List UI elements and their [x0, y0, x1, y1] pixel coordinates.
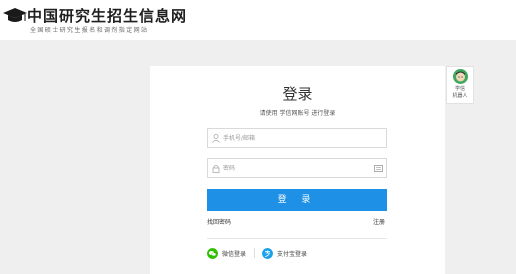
divider — [207, 238, 387, 239]
wechat-login-label: 微信登录 — [222, 250, 247, 258]
robot-label: 学信 机器人 — [447, 86, 473, 100]
login-hint: 请使用 学信网账号 进行登录 — [259, 110, 336, 117]
user-icon — [212, 134, 220, 143]
login-button[interactable]: 登 录 — [207, 189, 387, 211]
password-input[interactable] — [223, 162, 363, 174]
login-card: 登录 请使用 学信网账号 进行登录 登 录 找回密码 注册 微信登录 — [150, 66, 445, 274]
phone-input[interactable] — [223, 132, 363, 144]
alipay-icon — [262, 247, 273, 259]
phone-field[interactable] — [207, 128, 387, 148]
site-subtitle: 全国硕士研究生报名和调剂指定网站 — [30, 27, 149, 34]
login-methods-separator — [254, 248, 255, 258]
robot-avatar-icon — [453, 69, 468, 84]
alipay-login[interactable]: 支付宝登录 — [262, 246, 307, 260]
alipay-login-label: 支付宝登录 — [277, 250, 308, 258]
site-title[interactable]: 中国研究生招生信息网 — [27, 5, 187, 26]
register-link[interactable]: 注册 — [373, 217, 385, 226]
site-header: 中国研究生招生信息网 全国硕士研究生报名和调剂指定网站 — [0, 0, 516, 40]
graduation-cap-icon[interactable] — [2, 6, 28, 26]
robot-label-line1: 学信 — [454, 86, 465, 92]
robot-label-line2: 机器人 — [452, 93, 468, 99]
robot-assistant[interactable]: 学信 机器人 — [446, 66, 474, 104]
login-title: 登录 — [282, 85, 313, 103]
forgot-password-link[interactable]: 找回密码 — [207, 217, 231, 226]
wechat-icon — [207, 247, 218, 259]
password-field[interactable] — [207, 158, 387, 178]
keyboard-icon[interactable] — [374, 165, 383, 172]
lock-icon — [212, 164, 220, 173]
wechat-login[interactable]: 微信登录 — [207, 246, 246, 260]
